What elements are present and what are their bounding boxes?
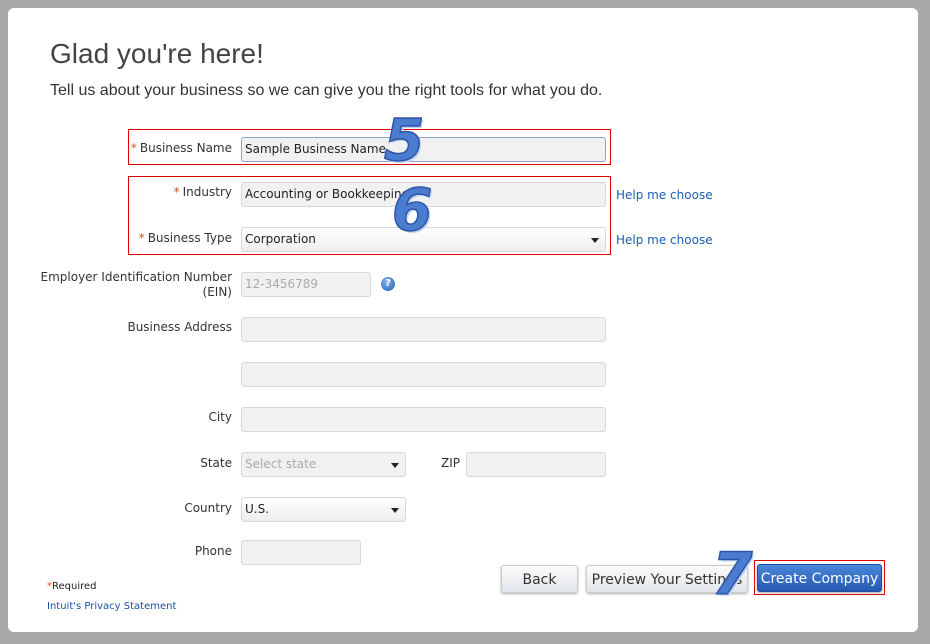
annotation-6: 6 — [391, 175, 433, 245]
page-subtitle: Tell us about your business so we can gi… — [50, 82, 603, 99]
privacy-link[interactable]: Intuit's Privacy Statement — [47, 601, 176, 612]
country-label: Country — [184, 501, 232, 515]
chevron-down-icon — [391, 508, 399, 513]
business-name-label: * Business Name — [130, 141, 232, 155]
help-question-icon[interactable]: ? — [381, 277, 395, 291]
chevron-down-icon — [591, 238, 599, 243]
create-company-button[interactable]: Create Company — [757, 564, 882, 592]
annotation-7: 7 — [711, 539, 753, 609]
address-line1-input[interactable] — [241, 317, 606, 342]
state-select[interactable]: Select state — [241, 452, 406, 477]
address-line2-input[interactable] — [241, 362, 606, 387]
state-label: State — [200, 456, 232, 470]
business-type-label: * Business Type — [138, 231, 232, 245]
page-title: Glad you're here! — [50, 38, 264, 69]
city-input[interactable] — [241, 407, 606, 432]
ein-input[interactable]: 12-3456789 — [241, 272, 371, 297]
country-value: U.S. — [245, 502, 270, 516]
zip-input[interactable] — [466, 452, 606, 477]
ein-label: Employer Identification Number (EIN) — [40, 270, 233, 299]
city-label: City — [208, 410, 232, 424]
industry-label: * Industry — [173, 185, 232, 199]
phone-input[interactable] — [241, 540, 361, 565]
back-button[interactable]: Back — [501, 565, 578, 593]
business-type-help-link[interactable]: Help me choose — [616, 233, 713, 247]
industry-help-link[interactable]: Help me choose — [616, 188, 713, 202]
zip-label: ZIP — [441, 456, 460, 470]
phone-label: Phone — [194, 544, 232, 558]
business-type-value: Corporation — [245, 232, 316, 246]
required-note: *Required — [47, 581, 97, 592]
country-select[interactable]: U.S. — [241, 497, 406, 522]
annotation-5: 5 — [383, 105, 425, 175]
chevron-down-icon — [391, 463, 399, 468]
state-placeholder: Select state — [245, 457, 317, 471]
address-label: Business Address — [127, 320, 232, 334]
